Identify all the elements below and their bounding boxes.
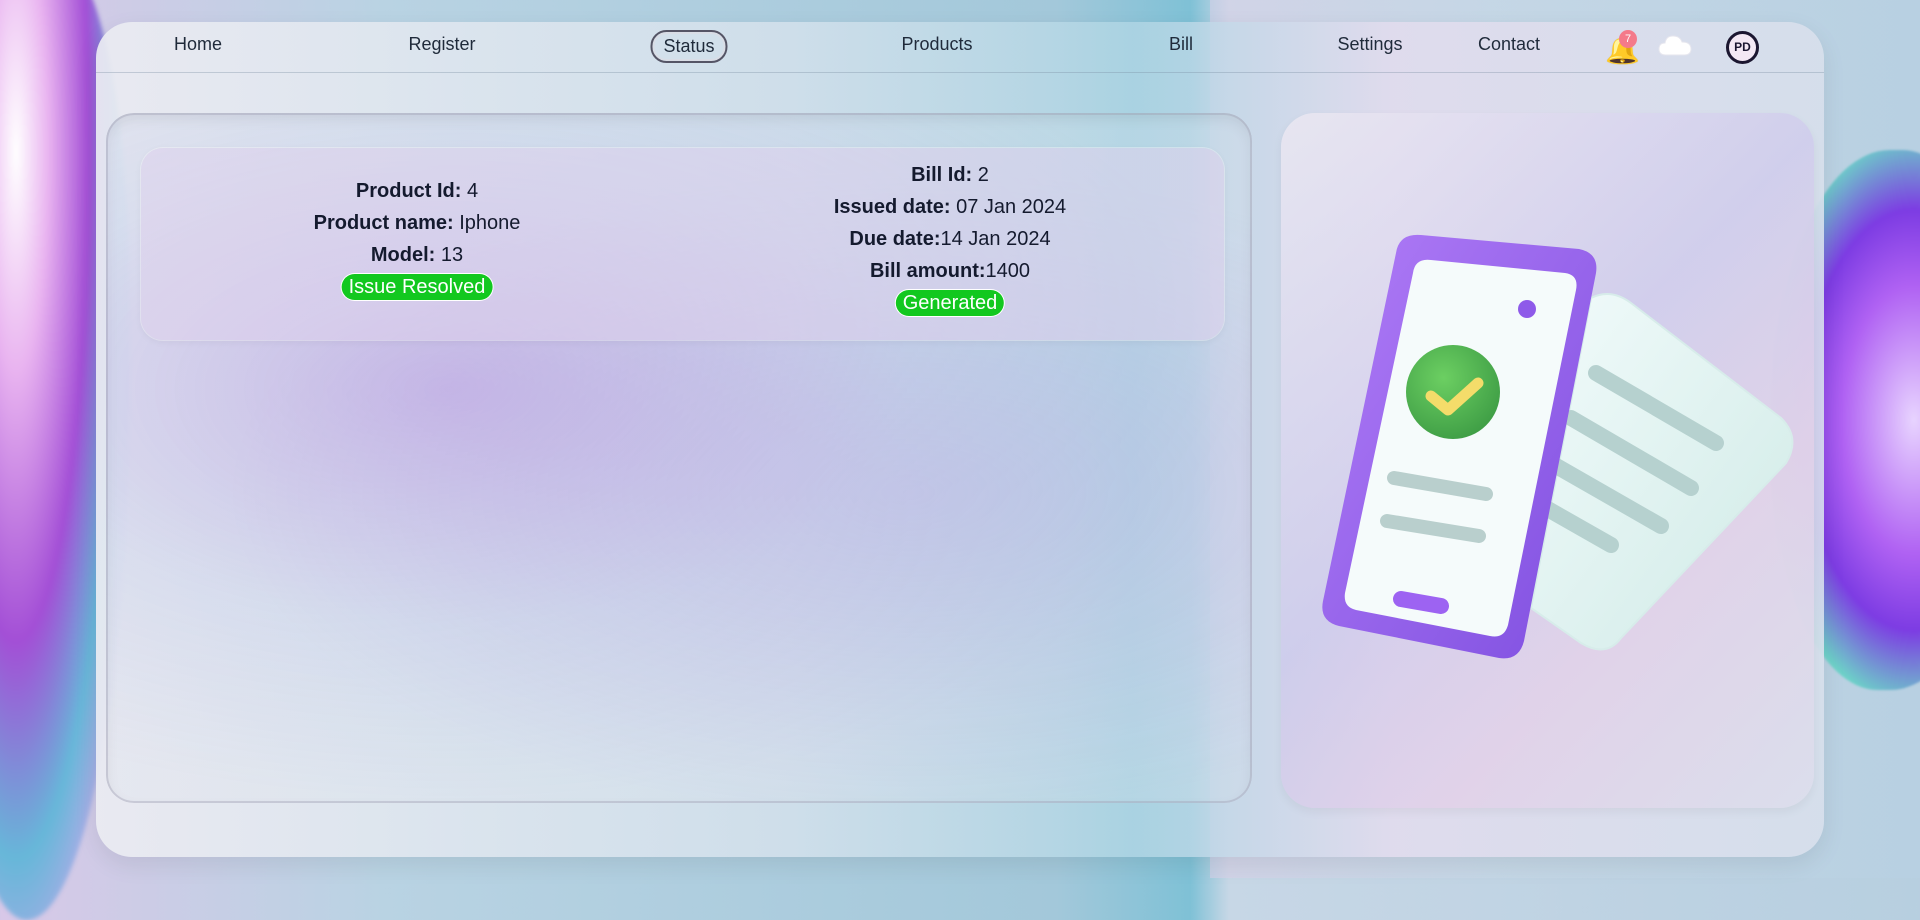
nav-bill[interactable]: Bill [1169,34,1193,55]
bill-amount-row: Bill amount:1400 [869,260,1031,282]
phone-bill-checkmark-illustration [1322,234,1794,659]
product-status-badge: Issue Resolved [341,274,493,300]
notification-count-badge: 7 [1619,30,1637,48]
bill-details: Bill Id: 2 Issued date: 07 Jan 2024 Due … [834,159,1066,319]
status-info-card: Product Id: 4 Product name: Iphone Model… [141,148,1224,340]
product-name-row: Product name: Iphone [313,212,521,234]
user-avatar[interactable]: PD [1726,31,1759,64]
nav-status[interactable]: Status [650,30,728,63]
issued-date-row: Issued date: 07 Jan 2024 [833,196,1067,218]
nav-register[interactable]: Register [408,34,475,55]
nav-products[interactable]: Products [901,34,972,55]
notifications-button[interactable]: 🔔 7 [1601,30,1640,65]
product-model-row: Model: 13 [370,244,464,266]
due-date-row: Due date:14 Jan 2024 [849,228,1051,250]
nav-home[interactable]: Home [174,34,222,55]
bill-id-row: Bill Id: 2 [911,164,989,186]
top-navbar: Home Register Status Products Bill Setti… [96,22,1824,73]
illustration-panel [1281,113,1814,808]
nav-contact[interactable]: Contact [1478,34,1540,55]
product-details: Product Id: 4 Product name: Iphone Model… [313,175,521,303]
product-id-row: Product Id: 4 [355,180,479,202]
nav-settings[interactable]: Settings [1337,34,1402,55]
cloud-icon[interactable] [1657,32,1693,60]
bill-status-badge: Generated [895,290,1005,316]
